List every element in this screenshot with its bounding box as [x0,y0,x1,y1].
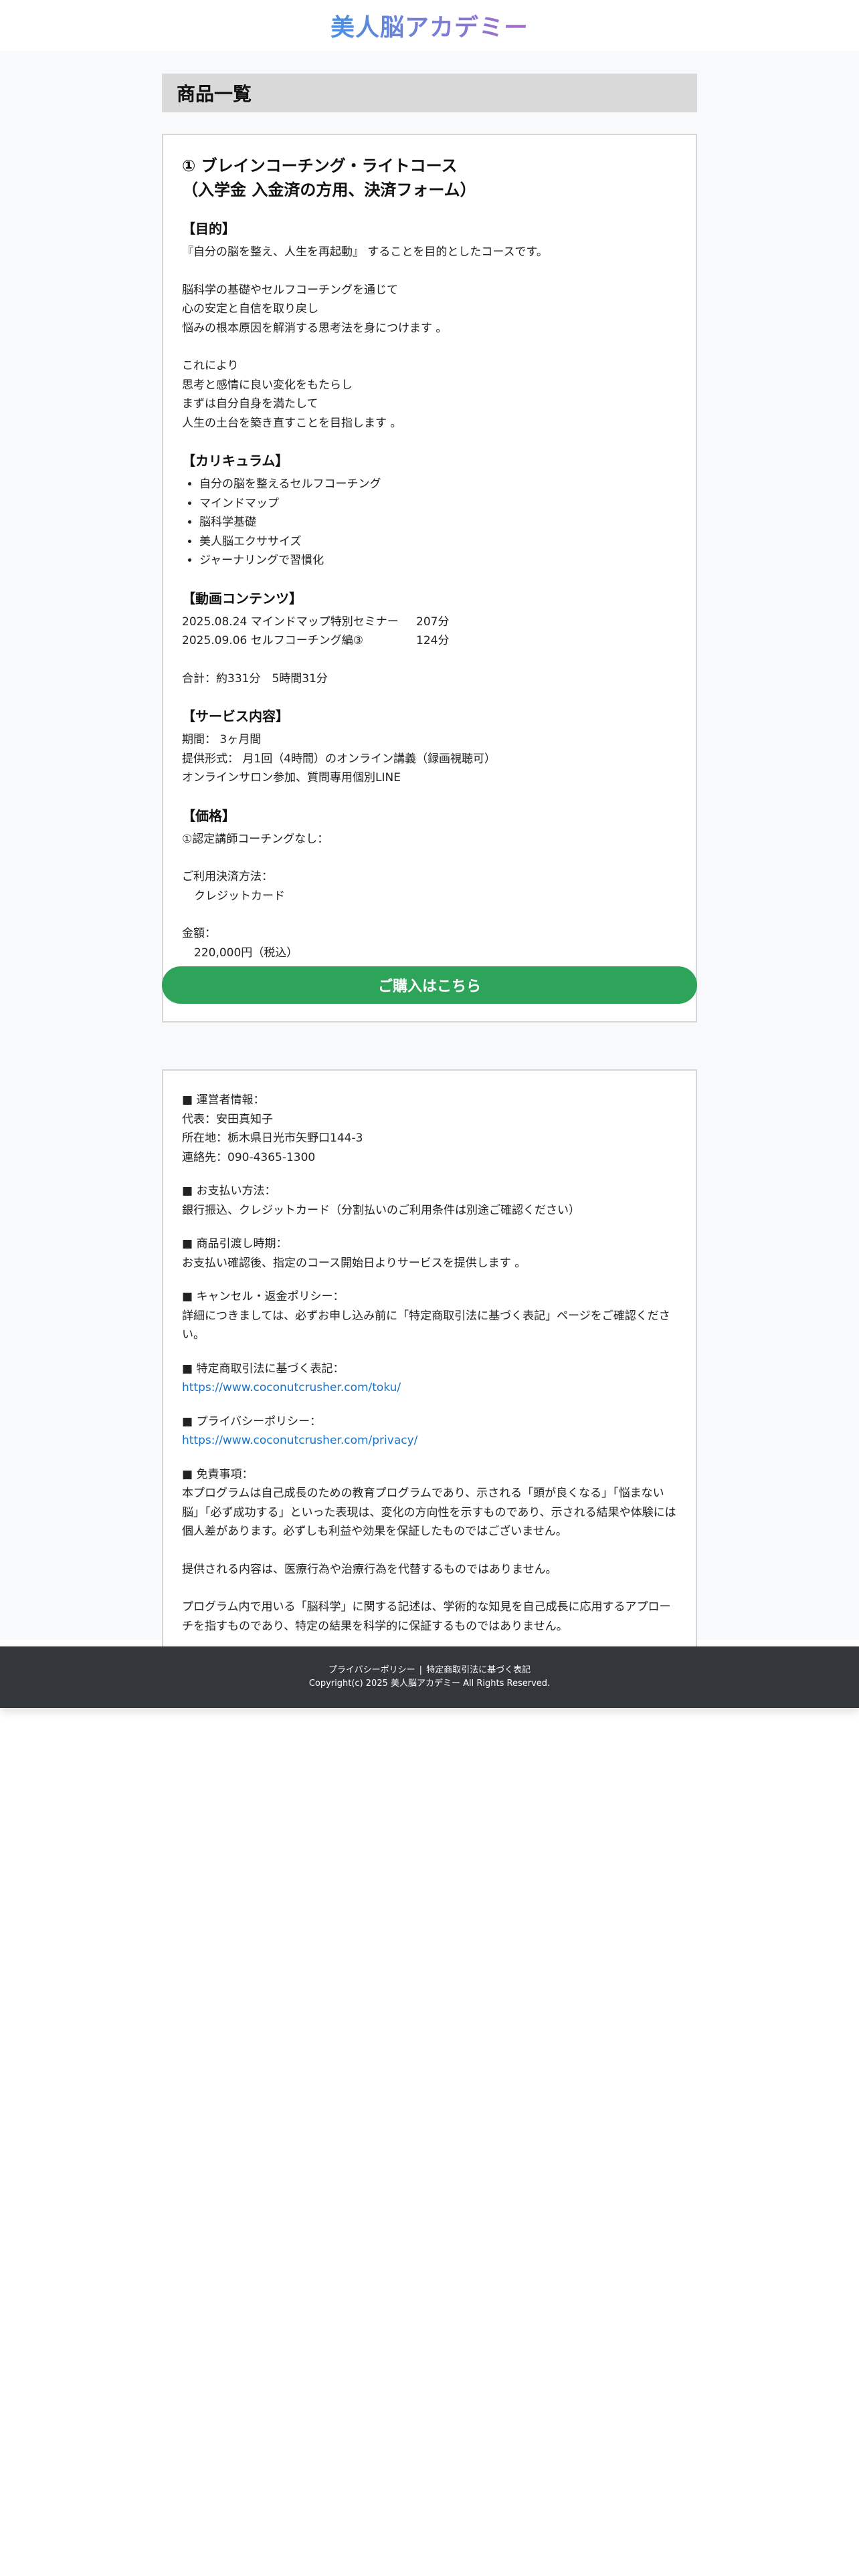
privacy-link[interactable]: https://www.coconutcrusher.com/privacy/ [182,1434,417,1447]
purpose-heading: 【目的】 [182,221,235,237]
tokushoho-link[interactable]: https://www.coconutcrusher.com/toku/ [182,1381,401,1394]
videos-heading: 【動画コンテンツ】 [182,590,302,607]
section-title: 商品一覧 [162,74,697,112]
purpose-line: 脳科学の基礎やセルフコーチングを通じて [182,283,398,297]
footer-link-privacy[interactable]: プライバシーポリシー [328,1665,415,1675]
service-line: 期間： 3ヶ月間 [182,733,262,746]
cancel-line: 詳細につきましては、必ずお申し込み前に「特定商取引法に基づく表記」ページをご確認… [182,1309,670,1342]
list-item: 脳科学基礎 [199,513,677,532]
price-amount-label: 金額： [182,927,216,940]
list-item: 美人脳エクササイズ [199,532,677,552]
operator-line: 代表：安田真知子 [182,1112,273,1126]
delivery-heading: ■ 商品引渡し時期： [182,1237,288,1251]
privacy-heading: ■ プライバシーポリシー： [182,1414,322,1428]
video-duration: 207分 [416,615,450,629]
main-content: 商品一覧 ① ブレインコーチング・ライトコース （入学金 入金済の方用、決済フォ… [0,51,859,1653]
disclaimer-paragraph: 提供される内容は、医療行為や治療行為を代替するものではありません。 [182,1562,557,1576]
payment-heading: ■ お支払い方法： [182,1184,276,1198]
list-item: 自分の脳を整えるセルフコーチング [199,475,677,494]
delivery-info: ■ 商品引渡し時期： お支払い確認後、指定のコース開始日よりサービスを提供します… [182,1235,677,1273]
price-option: ①認定講師コーチングなし： [182,832,329,846]
service-line: 提供形式： 月1回（4時間）のオンライン講義（録画視聴可） [182,752,496,766]
payment-method-label: ご利用決済方法： [182,870,273,883]
purpose-line: 心の安定と自信を取り戻し [182,302,318,316]
video-item: 2025.09.06 セルフコーチング編③ 124分 [182,631,677,651]
cancel-info: ■ キャンセル・返金ポリシー： 詳細につきましては、必ずお申し込み前に「特定商取… [182,1287,677,1345]
operator-heading: ■ 運営者情報： [182,1093,265,1107]
footer-link-tokushoho[interactable]: 特定商取引法に基づく表記 [426,1665,531,1675]
service-line: オンラインサロン参加、質問専用個別LINE [182,771,401,784]
delivery-line: お支払い確認後、指定のコース開始日よりサービスを提供します 。 [182,1256,527,1270]
payment-line: 銀行振込、クレジットカード（分割払いのご利用条件は別途ご確認ください） [182,1203,580,1217]
footer-links: プライバシーポリシー | 特定商取引法に基づく表記 [328,1664,531,1677]
disclaimer-info: ■ 免責事項： 本プログラムは自己成長のための教育プログラムであり、示される「頭… [182,1465,677,1636]
list-item: ジャーナリングで習慣化 [199,551,677,570]
curriculum-heading: 【カリキュラム】 [182,453,289,469]
purpose-line: 思考と感情に良い変化をもたらし [182,378,353,392]
legal-info-card: ■ 運営者情報： 代表：安田真知子 所在地：栃木県日光市矢野口144-3 連絡先… [162,1069,697,1653]
purpose-line: これにより [182,359,239,372]
operator-line: 所在地：栃木県日光市矢野口144-3 [182,1132,363,1145]
service-text: 期間： 3ヶ月間 提供形式： 月1回（4時間）のオンライン講義（録画視聴可） オ… [182,730,677,788]
videos-total: 合計：約331分 5時間31分 [182,671,328,685]
video-title: 2025.09.06 セルフコーチング編③ [182,634,363,647]
tokushoho-info: ■ 特定商取引法に基づく表記： https://www.coconutcrush… [182,1360,677,1398]
disclaimer-paragraph: 本プログラムは自己成長のための教育プログラムであり、示される「頭が良くなる」「悩… [182,1487,676,1538]
list-item: マインドマップ [199,494,677,514]
video-item: 2025.08.24 マインドマップ特別セミナー 207分 [182,613,677,632]
price-amount-value: 220,000円（税込） [194,946,298,960]
operator-info: ■ 運営者情報： 代表：安田真知子 所在地：栃木県日光市矢野口144-3 連絡先… [182,1091,677,1167]
video-title: 2025.08.24 マインドマップ特別セミナー [182,615,399,629]
page: 美人脳アカデミー 商品一覧 ① ブレインコーチング・ライトコース （入学金 入金… [0,0,859,2576]
operator-line: 連絡先：090-4365-1300 [182,1150,316,1164]
site-header: 美人脳アカデミー [0,0,859,51]
tokushoho-heading: ■ 特定商取引法に基づく表記： [182,1362,345,1376]
service-heading: 【サービス内容】 [182,708,289,724]
product-title-line2: （入学金 入金済の方用、決済フォーム） [182,181,476,199]
product-title: ① ブレインコーチング・ライトコース （入学金 入金済の方用、決済フォーム） [182,154,677,202]
payment-info: ■ お支払い方法： 銀行振込、クレジットカード（分割払いのご利用条件は別途ご確認… [182,1182,677,1220]
disclaimer-paragraph: プログラム内で用いる「脳科学」に関する記述は、学術的な知見を自己成長に応用するア… [182,1600,671,1633]
curriculum-list: 自分の脳を整えるセルフコーチング マインドマップ 脳科学基礎 美人脳エクササイズ… [199,475,677,570]
purpose-line: まずは自分自身を満たして [182,397,318,411]
video-duration: 124分 [416,634,450,647]
product-card: ① ブレインコーチング・ライトコース （入学金 入金済の方用、決済フォーム） 【… [162,134,697,1023]
purpose-line: 『自分の脳を整え、人生を再起動』 することを目的としたコースです。 [182,245,548,259]
purpose-text: 『自分の脳を整え、人生を再起動』 することを目的としたコースです。 脳科学の基礎… [182,243,677,433]
footer-separator: | [419,1665,423,1675]
site-logo[interactable]: 美人脳アカデミー [330,8,529,43]
purpose-line: 人生の土台を築き直すことを目指します 。 [182,416,402,430]
site-footer: プライバシーポリシー | 特定商取引法に基づく表記 Copyright(c) 202… [0,1646,859,1708]
copyright-text: Copyright(c) 2025 美人脳アカデミー All Rights Re… [308,1679,551,1689]
cancel-heading: ■ キャンセル・返金ポリシー： [182,1290,345,1303]
price-heading: 【価格】 [182,807,235,824]
purpose-line: 悩みの根本原因を解消する思考法を身につけます 。 [182,321,448,335]
price-text: ①認定講師コーチングなし： ご利用決済方法： クレジットカード 金額： 220,… [182,830,677,963]
privacy-info: ■ プライバシーポリシー： https://www.coconutcrusher… [182,1412,677,1451]
disclaimer-heading: ■ 免責事項： [182,1467,254,1481]
product-title-line1: ① ブレインコーチング・ライトコース [182,156,458,175]
payment-method-value: クレジットカード [194,889,285,903]
buy-button[interactable]: ご購入はこちら [162,966,697,1004]
content-container: 商品一覧 ① ブレインコーチング・ライトコース （入学金 入金済の方用、決済フォ… [162,74,697,1653]
